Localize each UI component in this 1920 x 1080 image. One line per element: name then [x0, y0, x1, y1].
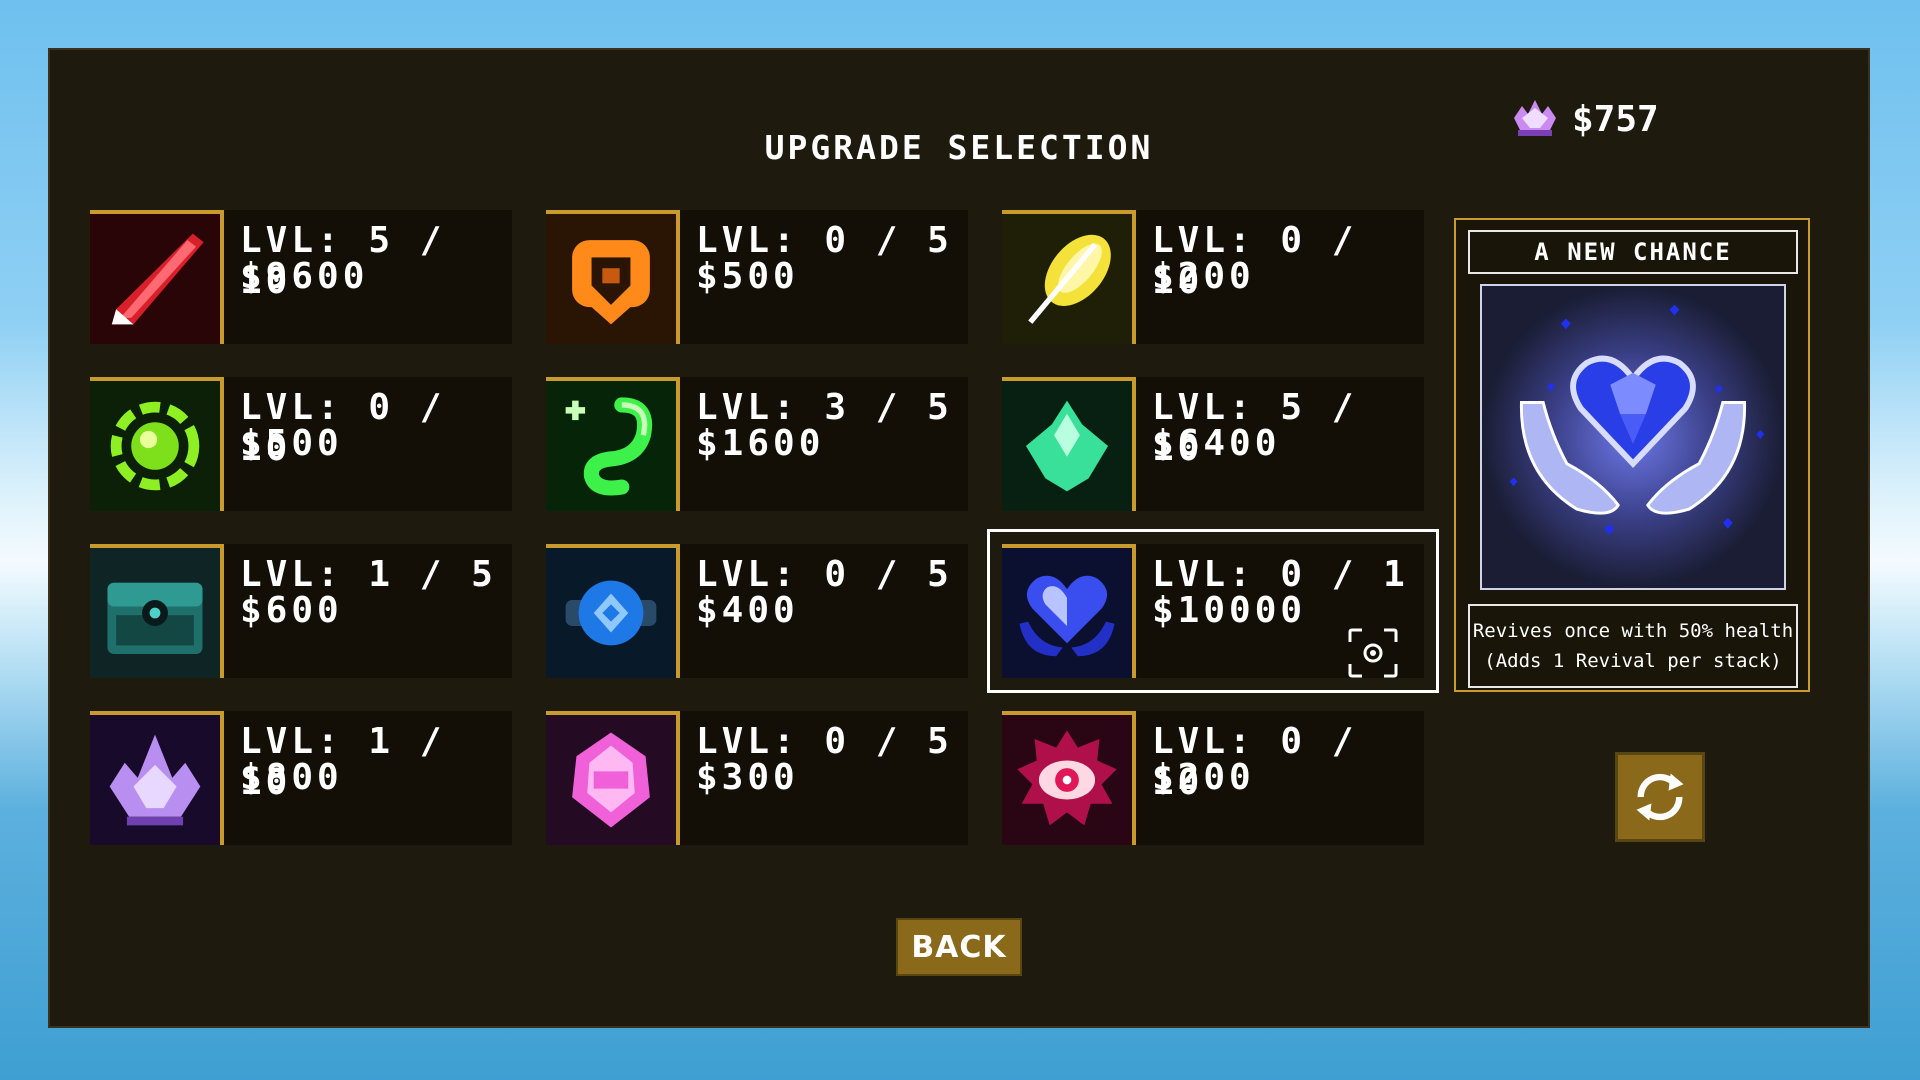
upgrade-card[interactable]: LVL: 3 / 5 $1600 [546, 377, 968, 511]
upgrade-level: LVL: 0 / 5 [696, 554, 953, 595]
upgrade-card[interactable]: LVL: 1 / 10 $800 [90, 711, 512, 845]
refresh-icon [1636, 773, 1684, 821]
reroll-button[interactable] [1615, 752, 1705, 842]
upgrade-price: $9600 [240, 256, 369, 297]
upgrade-level: LVL: 0 / 5 [696, 220, 953, 261]
blue-heart-hands-icon [1019, 575, 1115, 657]
upgrade-price: $400 [696, 590, 799, 631]
description-line: (Adds 1 Revival per stack) [1484, 650, 1782, 672]
upgrade-price: $200 [1152, 757, 1255, 798]
upgrade-icon-box [90, 377, 224, 511]
upgrade-price: $6400 [1152, 423, 1281, 464]
upgrade-icon-box [1002, 210, 1136, 344]
heart-in-hands-art-icon [1482, 286, 1784, 588]
upgrade-price: $300 [696, 757, 799, 798]
description-line: Revives once with 50% health [1472, 620, 1794, 642]
upgrade-detail-title: A NEW CHANCE [1468, 230, 1798, 274]
upgrade-icon-box [1002, 544, 1136, 678]
upgrade-card[interactable]: LVL: 0 / 10 $500 [90, 377, 512, 511]
upgrade-price: $800 [240, 757, 343, 798]
green-serpent-icon [565, 397, 653, 496]
back-button[interactable]: BACK [896, 918, 1022, 976]
upgrade-card-selected[interactable]: LVL: 0 / 1 $10000 [987, 529, 1439, 693]
upgrade-card[interactable]: LVL: 0 / 10 $200 [1002, 210, 1424, 344]
upgrade-icon-box [90, 711, 224, 845]
upgrade-level: LVL: 0 / 1 [1152, 554, 1409, 595]
upgrade-price: $10000 [1152, 590, 1307, 631]
upgrade-panel: UPGRADE SELECTION $757 LVL: 5 / 10 $9600 [48, 48, 1870, 1028]
upgrade-icon-box [546, 210, 680, 344]
pink-gem-icon [572, 732, 650, 828]
focus-crosshair-icon [1348, 628, 1398, 678]
upgrade-detail-panel: A NEW CHANCE Revives once with 50% healt… [1454, 218, 1810, 692]
upgrade-level: LVL: 3 / 5 [696, 387, 953, 428]
upgrade-icon-box [546, 711, 680, 845]
upgrade-card[interactable]: LVL: 1 / 5 $600 [90, 544, 512, 678]
upgrade-card[interactable]: LVL: 0 / 5 $400 [546, 544, 968, 678]
upgrade-price: $200 [1152, 256, 1255, 297]
teal-chest-icon [107, 582, 203, 655]
green-orb-icon [110, 401, 200, 491]
crystal-currency-icon [1514, 100, 1556, 136]
upgrade-price: $500 [696, 256, 799, 297]
upgrade-card[interactable]: LVL: 0 / 10 $200 [1002, 711, 1424, 845]
upgrade-icon-box [546, 544, 680, 678]
upgrade-icon-box [90, 210, 224, 344]
upgrade-icon-box [546, 377, 680, 511]
blue-orb-icon [565, 580, 657, 646]
upgrade-card[interactable]: LVL: 5 / 10 $6400 [1002, 377, 1424, 511]
upgrade-card[interactable]: LVL: 5 / 10 $9600 [90, 210, 512, 344]
currency-display: $757 [1510, 96, 1659, 142]
upgrade-detail-image [1480, 284, 1786, 590]
golden-feather-icon [1028, 234, 1111, 324]
upgrade-price: $500 [240, 423, 343, 464]
crimson-eye-icon [1017, 730, 1117, 826]
red-blade-icon [111, 233, 204, 325]
orange-shield-icon [572, 240, 650, 325]
upgrade-price: $1600 [696, 423, 825, 464]
mint-crystal-icon [1025, 400, 1109, 492]
upgrade-card[interactable]: LVL: 0 / 5 $500 [546, 210, 968, 344]
upgrade-icon-box [1002, 377, 1136, 511]
upgrade-card[interactable]: LVL: 0 / 5 $300 [546, 711, 968, 845]
upgrade-level: LVL: 0 / 5 [696, 721, 953, 762]
upgrade-icon-box [90, 544, 224, 678]
upgrade-price: $600 [240, 590, 343, 631]
upgrade-level: LVL: 1 / 5 [240, 554, 497, 595]
upgrade-detail-description: Revives once with 50% health (Adds 1 Rev… [1468, 604, 1798, 688]
upgrade-icon-box [1002, 711, 1136, 845]
purple-crystal-icon [109, 734, 201, 826]
currency-amount: $757 [1572, 98, 1659, 140]
